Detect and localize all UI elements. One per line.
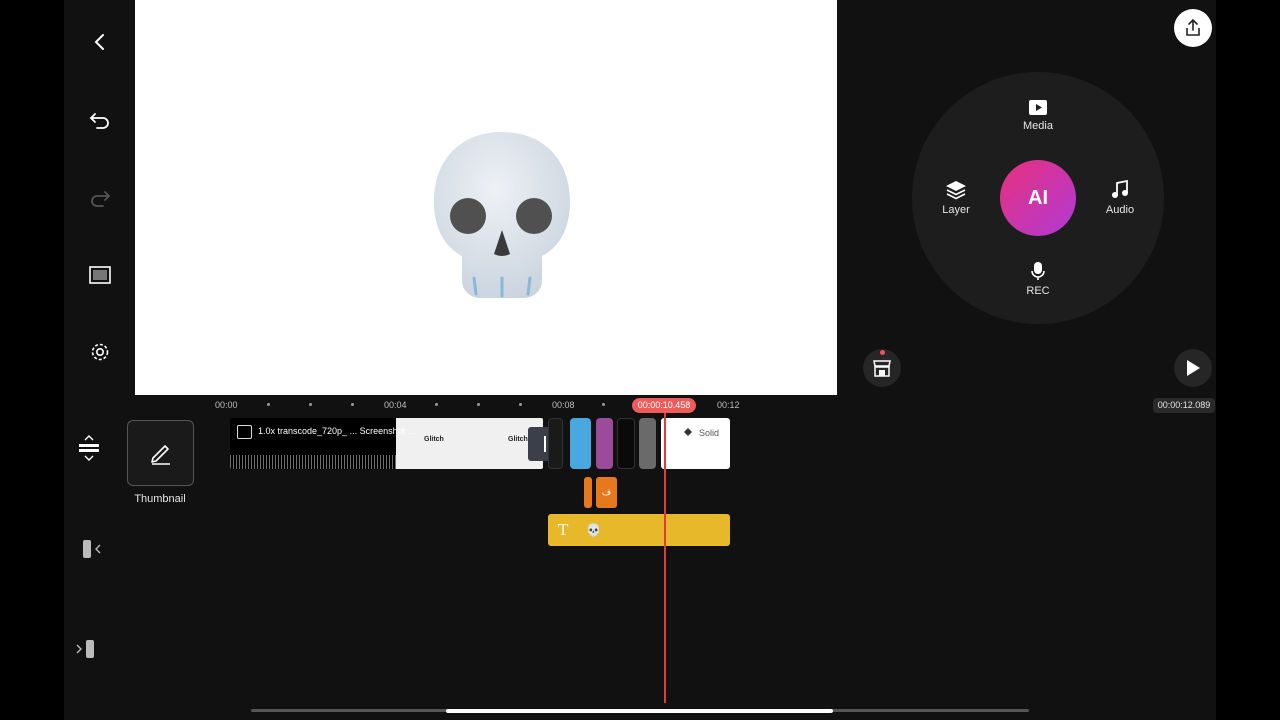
redo-button[interactable] — [76, 174, 124, 222]
back-arrow-icon — [94, 34, 104, 50]
layer-button[interactable]: Layer — [926, 180, 986, 216]
microphone-icon — [1031, 262, 1045, 280]
left-toolbar — [64, 0, 135, 395]
skull-sticker[interactable] — [432, 130, 572, 300]
settings-button[interactable] — [76, 328, 124, 376]
text-clip-icon: T — [558, 520, 569, 539]
clip-type-icon — [237, 425, 252, 439]
trim-end-icon — [76, 640, 94, 658]
export-button[interactable] — [1174, 9, 1212, 47]
glitch-label: Glitch — [508, 436, 528, 443]
solid-color-clip[interactable]: Solid — [661, 418, 730, 469]
media-icon — [1029, 100, 1047, 115]
clip-black-1[interactable] — [548, 418, 563, 469]
track-adjust-icon — [79, 435, 99, 461]
media-button[interactable]: Media — [1008, 98, 1068, 132]
music-note-icon — [1112, 180, 1128, 198]
paint-bucket-icon — [684, 428, 692, 436]
store-button[interactable] — [863, 349, 901, 387]
audio-clip-label: ف — [601, 487, 612, 497]
layers-icon — [946, 181, 966, 200]
clip-title: 1.0x transcode_720p_ ... Screenshot ... — [258, 426, 416, 436]
audio-clip-small[interactable] — [584, 477, 592, 508]
ruler-label-1: 00:04 — [384, 400, 407, 410]
solid-label: Solid — [699, 428, 720, 438]
ruler-dot — [602, 403, 605, 406]
notification-dot — [880, 350, 885, 355]
timeline-scroll-thumb[interactable] — [446, 709, 833, 713]
ruler-label-0: 00:00 — [215, 400, 238, 410]
current-time-badge: 00:00:10.458 — [632, 398, 696, 413]
redo-icon — [91, 191, 111, 207]
rec-button[interactable]: REC — [1008, 261, 1068, 297]
undo-icon — [89, 113, 109, 129]
fullscreen-icon — [89, 266, 111, 284]
trim-start-icon — [83, 540, 101, 558]
share-icon — [1186, 18, 1200, 36]
ruler-dot — [477, 403, 480, 406]
ruler-dot — [519, 403, 522, 406]
ruler-dot — [435, 403, 438, 406]
playhead[interactable] — [664, 413, 666, 703]
total-duration: 00:00:12.089 — [1153, 398, 1215, 413]
trim-start-button[interactable] — [80, 538, 104, 560]
fullscreen-button[interactable] — [76, 251, 124, 299]
glitch-label: Glitch — [424, 436, 444, 443]
pencil-icon — [150, 445, 170, 465]
ruler-dot — [351, 403, 354, 406]
layer-label: Layer — [942, 204, 970, 216]
clip-black-2[interactable] — [617, 418, 635, 469]
video-preview[interactable] — [135, 0, 837, 395]
clip-gray[interactable] — [639, 418, 656, 469]
ruler-dot — [267, 403, 270, 406]
trim-end-button[interactable] — [74, 638, 98, 660]
settings-icon — [91, 343, 109, 361]
undo-button[interactable] — [76, 96, 124, 144]
ruler-label-3: 00:12 — [717, 400, 740, 410]
thumbnail-button[interactable] — [127, 420, 194, 486]
play-icon — [1187, 360, 1200, 376]
ai-label: AI — [1028, 186, 1048, 209]
main-video-clip[interactable]: 1.0x transcode_720p_ ... Screenshot ... … — [230, 418, 543, 469]
rec-label: REC — [1026, 285, 1050, 297]
store-icon — [873, 360, 891, 377]
track-height-button[interactable] — [76, 434, 102, 462]
audio-button[interactable]: Audio — [1090, 180, 1150, 216]
clip-blue[interactable] — [570, 418, 591, 469]
clip-frames — [396, 418, 543, 469]
back-button[interactable] — [76, 18, 124, 66]
thumbnail-label: Thumbnail — [134, 493, 186, 505]
text-clip[interactable]: T 💀 — [548, 514, 730, 546]
audio-clip[interactable]: ف — [596, 477, 617, 508]
audio-waveform — [230, 455, 396, 469]
ruler-dot — [309, 403, 312, 406]
media-label: Media — [1023, 120, 1053, 132]
audio-label: Audio — [1105, 204, 1135, 216]
ruler-label-2: 00:08 — [552, 400, 575, 410]
ai-button[interactable]: AI — [1000, 160, 1076, 236]
text-clip-content: 💀 — [586, 523, 601, 537]
play-button[interactable] — [1174, 349, 1212, 387]
clip-purple[interactable] — [596, 418, 613, 469]
